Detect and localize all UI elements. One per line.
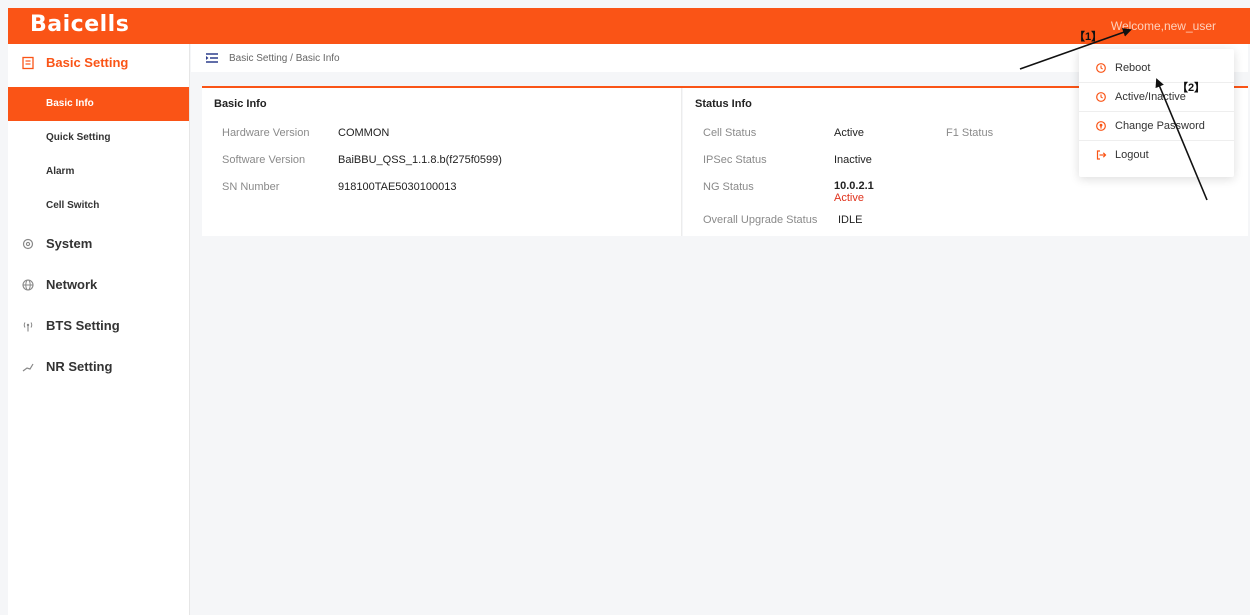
- logout-label: Logout: [1115, 149, 1149, 161]
- cell-status-label: Cell Status: [703, 127, 757, 139]
- sidebar-group-nr-setting[interactable]: NR Setting: [8, 346, 189, 387]
- user-menu-trigger[interactable]: Welcome,new_user: [1111, 19, 1216, 33]
- active-inactive-menu-item[interactable]: Active/Inactive: [1079, 83, 1234, 111]
- key-icon: [1095, 120, 1107, 132]
- annotation-label-1: 【1】: [1074, 31, 1103, 43]
- sidebar-item-basic-info[interactable]: Basic Info: [8, 87, 189, 121]
- ipsec-status-label: IPSec Status: [703, 154, 767, 166]
- power-icon: [1095, 91, 1107, 103]
- baicells-logo: Baicells: [30, 12, 130, 37]
- sn-number-value: 918100TAE5030100013: [338, 181, 457, 193]
- change-password-menu-item[interactable]: Change Password: [1079, 112, 1234, 140]
- reboot-menu-item[interactable]: Reboot: [1079, 54, 1234, 82]
- logout-menu-item[interactable]: Logout: [1079, 141, 1234, 169]
- overall-upgrade-status-label: Overall Upgrade Status: [703, 214, 818, 226]
- document-icon: [20, 55, 36, 71]
- top-header-bar: Baicells Welcome,new_user: [8, 8, 1250, 44]
- ipsec-status-value: Inactive: [834, 154, 872, 166]
- ng-status-label: NG Status: [703, 181, 754, 193]
- card-title: Status Info: [695, 98, 752, 110]
- annotation-label-2: 【2】: [1177, 82, 1206, 94]
- hardware-version-label: Hardware Version: [222, 127, 310, 139]
- sidebar-item-quick-setting[interactable]: Quick Setting: [8, 121, 189, 155]
- hardware-version-value: COMMON: [338, 127, 390, 139]
- sn-number-label: SN Number: [222, 181, 280, 193]
- basic-info-card: Basic Info Hardware Version COMMON Softw…: [202, 88, 682, 236]
- f1-status-label: F1 Status: [946, 127, 994, 139]
- gear-icon: [20, 236, 36, 252]
- sidebar-group-bts-setting[interactable]: BTS Setting: [8, 305, 189, 346]
- software-version-value: BaiBBU_QSS_1.1.8.b(f275f0599): [338, 154, 502, 166]
- sidebar-item-cell-switch[interactable]: Cell Switch: [8, 189, 189, 223]
- signal-icon: [20, 359, 36, 375]
- sidebar-group-label: BTS Setting: [46, 318, 120, 333]
- sidebar-item-alarm[interactable]: Alarm: [8, 155, 189, 189]
- active-inactive-label: Active/Inactive: [1115, 91, 1186, 103]
- sidebar-group-label: Basic Setting: [46, 55, 129, 70]
- ng-status-ip: 10.0.2.1: [834, 180, 874, 192]
- sidebar: Basic Setting Basic Info Quick Setting A…: [8, 44, 190, 615]
- sidebar-group-basic-setting[interactable]: Basic Setting: [8, 44, 189, 81]
- software-version-label: Software Version: [222, 154, 306, 166]
- antenna-icon: [20, 318, 36, 334]
- ng-status-state: Active: [834, 192, 864, 204]
- sidebar-group-label: NR Setting: [46, 359, 113, 374]
- cell-status-value: Active: [834, 127, 864, 139]
- logout-icon: [1095, 149, 1107, 161]
- user-dropdown-menu: Reboot Active/Inactive Change Password L…: [1079, 49, 1234, 177]
- menu-fold-icon[interactable]: [205, 52, 219, 64]
- sidebar-group-system[interactable]: System: [8, 223, 189, 264]
- reboot-label: Reboot: [1115, 62, 1151, 74]
- globe-icon: [20, 277, 36, 293]
- change-password-label: Change Password: [1115, 120, 1205, 132]
- breadcrumb-text: Basic Setting / Basic Info: [229, 52, 340, 64]
- reboot-icon: [1095, 62, 1107, 74]
- sidebar-group-label: Network: [46, 277, 98, 292]
- sidebar-group-label: System: [46, 236, 93, 251]
- sidebar-group-network[interactable]: Network: [8, 264, 189, 305]
- overall-upgrade-status-value: IDLE: [838, 214, 863, 226]
- card-title: Basic Info: [214, 98, 267, 110]
